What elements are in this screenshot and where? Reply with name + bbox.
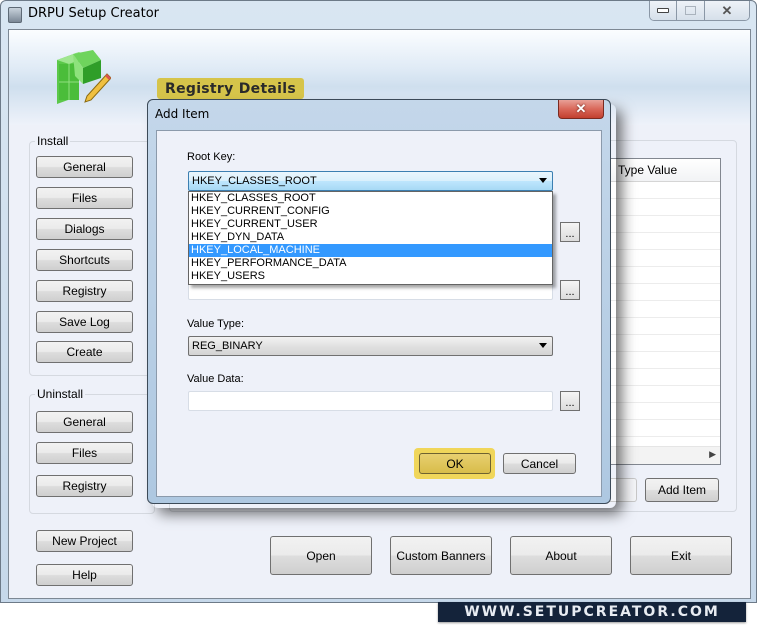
root-key-option[interactable]: HKEY_DYN_DATA [189, 231, 552, 244]
dialog-title: Add Item [155, 107, 210, 121]
app-icon [8, 7, 22, 23]
custom-banners-button[interactable]: Custom Banners [390, 536, 492, 575]
install-registry-button[interactable]: Registry [36, 280, 133, 302]
value-data-label: Value Data: [187, 373, 244, 385]
browse-button-1[interactable]: ... [560, 222, 580, 242]
install-save-log-button[interactable]: Save Log [36, 311, 133, 333]
uninstall-registry-button[interactable]: Registry [36, 475, 133, 497]
dialog-close-button[interactable]: ✕ [558, 100, 604, 119]
close-button[interactable]: ✕ [704, 1, 749, 20]
new-project-button[interactable]: New Project [36, 530, 133, 552]
ellipsis-icon: ... [565, 397, 575, 409]
install-dialogs-button[interactable]: Dialogs [36, 218, 133, 240]
chevron-down-icon [539, 178, 547, 183]
root-key-option[interactable]: HKEY_PERFORMANCE_DATA [189, 257, 552, 270]
ellipsis-icon: ... [565, 286, 575, 298]
uninstall-group-label: Uninstall [37, 387, 84, 401]
website-banner[interactable]: WWW.SETUPCREATOR.COM [438, 602, 746, 622]
registry-logo-icon [57, 50, 111, 104]
open-button[interactable]: Open [270, 536, 372, 575]
install-general-button[interactable]: General [36, 156, 133, 178]
root-key-option[interactable]: HKEY_USERS [189, 270, 552, 283]
root-key-dropdown-list[interactable]: HKEY_CLASSES_ROOT HKEY_CURRENT_CONFIG HK… [188, 191, 553, 285]
scroll-right-icon[interactable]: ▶ [709, 449, 716, 460]
root-key-select[interactable]: HKEY_CLASSES_ROOT [188, 171, 553, 191]
cancel-button[interactable]: Cancel [503, 453, 576, 474]
column-type-value[interactable]: Type Value [618, 163, 677, 177]
install-create-button[interactable]: Create [36, 341, 133, 363]
ok-button[interactable]: OK [419, 453, 491, 474]
maximize-icon [685, 6, 696, 15]
browse-button-3[interactable]: ... [560, 391, 580, 411]
value-data-field[interactable] [188, 391, 553, 411]
close-icon: ✕ [721, 2, 733, 18]
root-key-option[interactable]: HKEY_CURRENT_CONFIG [189, 205, 552, 218]
root-key-label: Root Key: [187, 151, 236, 163]
minimize-button[interactable] [650, 1, 676, 20]
window-controls: ✕ [649, 1, 750, 21]
root-key-value: HKEY_CLASSES_ROOT [192, 175, 317, 187]
root-key-option-highlighted[interactable]: HKEY_LOCAL_MACHINE [189, 244, 552, 257]
add-item-button[interactable]: Add Item [645, 478, 719, 502]
minimize-icon [657, 8, 669, 13]
install-group-label: Install [37, 134, 69, 148]
value-type-select[interactable]: REG_BINARY [188, 336, 553, 356]
uninstall-general-button[interactable]: General [36, 411, 133, 433]
ellipsis-icon: ... [565, 228, 575, 240]
root-key-option[interactable]: HKEY_CLASSES_ROOT [189, 192, 552, 205]
section-heading: Registry Details [157, 78, 305, 99]
root-key-option[interactable]: HKEY_CURRENT_USER [189, 218, 552, 231]
chevron-down-icon [539, 343, 547, 348]
title-bar: DRPU Setup Creator ✕ [1, 1, 756, 29]
window-title: DRPU Setup Creator [28, 6, 159, 21]
help-button[interactable]: Help [36, 564, 133, 586]
about-button[interactable]: About [510, 536, 612, 575]
install-shortcuts-button[interactable]: Shortcuts [36, 249, 133, 271]
value-type-label: Value Type: [187, 318, 245, 330]
maximize-button[interactable] [676, 1, 704, 20]
close-icon: ✕ [575, 101, 587, 116]
value-type-value: REG_BINARY [192, 340, 263, 352]
install-files-button[interactable]: Files [36, 187, 133, 209]
browse-button-2[interactable]: ... [560, 280, 580, 300]
uninstall-files-button[interactable]: Files [36, 442, 133, 464]
exit-button[interactable]: Exit [630, 536, 732, 575]
